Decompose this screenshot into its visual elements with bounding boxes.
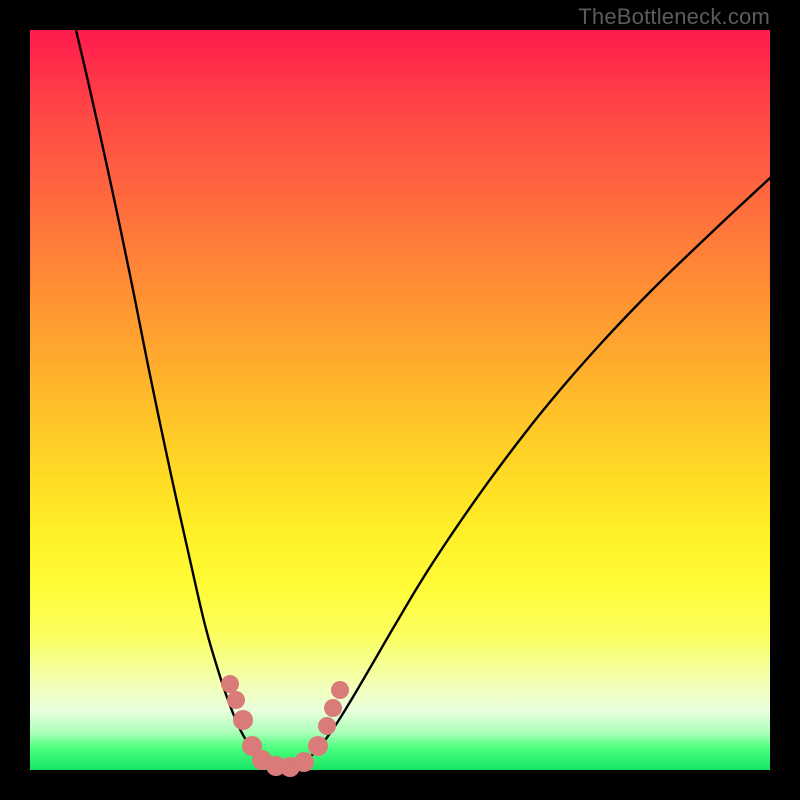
data-marker: [318, 717, 336, 735]
plot-area: [30, 30, 770, 770]
data-marker: [331, 681, 349, 699]
data-marker: [233, 710, 253, 730]
data-marker: [324, 699, 342, 717]
chart-frame: TheBottleneck.com: [0, 0, 800, 800]
watermark-text: TheBottleneck.com: [578, 4, 770, 30]
data-marker: [294, 752, 314, 772]
marker-group: [221, 675, 349, 777]
data-marker: [227, 691, 245, 709]
data-marker: [221, 675, 239, 693]
curve-svg: [30, 30, 770, 770]
data-marker: [308, 736, 328, 756]
bottleneck-curve: [76, 30, 770, 767]
